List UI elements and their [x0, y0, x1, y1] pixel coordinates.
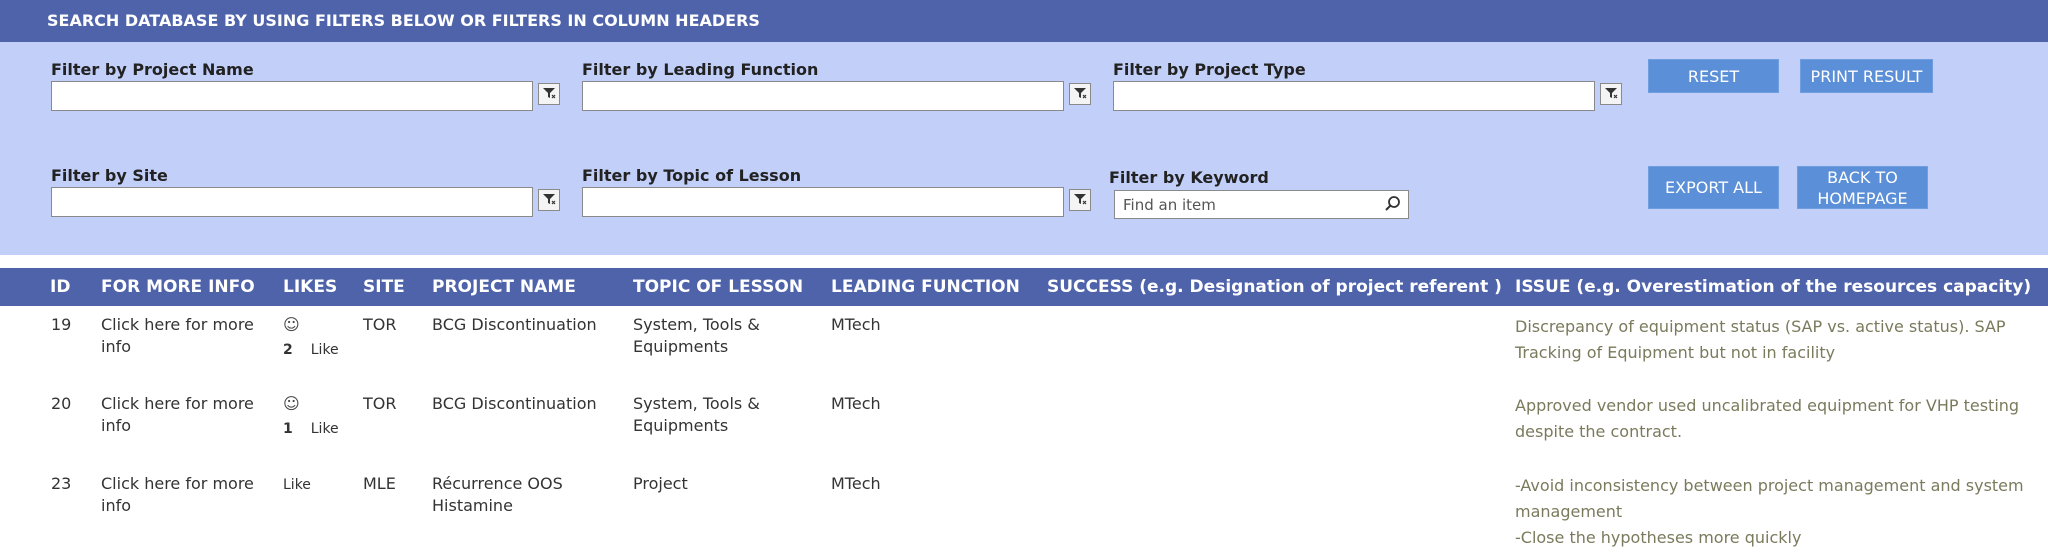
column-header-issue[interactable]: ISSUE (e.g. Overestimation of the resour…: [1515, 268, 2031, 306]
column-header-topic[interactable]: TOPIC OF LESSON: [633, 268, 803, 306]
cell-project-name: Récurrence OOS Histamine: [432, 474, 563, 515]
filter-project-type-button[interactable]: [1600, 83, 1622, 105]
cell-topic: System, Tools & Equipments: [633, 394, 760, 435]
like-control: 1 Like: [283, 419, 339, 439]
filter-project-name-input[interactable]: [51, 81, 533, 111]
filter-leading-function-label: Filter by Leading Function: [582, 60, 819, 79]
column-header-site[interactable]: SITE: [363, 268, 405, 306]
table-row: 23 Click here for more info Like MLE Réc…: [0, 473, 2048, 553]
like-button[interactable]: Like: [311, 421, 339, 437]
issue-line: -Avoid inconsistency between project man…: [1515, 476, 2024, 521]
filter-site-label: Filter by Site: [51, 166, 168, 185]
smiley-icon: ☺: [283, 394, 300, 413]
cell-likes: ☺ 1 Like: [283, 393, 339, 439]
cell-likes: Like: [283, 473, 311, 496]
filter-icon: [1073, 191, 1087, 210]
cell-id: 19: [51, 315, 72, 334]
column-header-id[interactable]: ID: [50, 268, 70, 306]
cell-issue: -Avoid inconsistency between project man…: [1515, 473, 2025, 551]
table-header: ID FOR MORE INFO LIKES SITE PROJECT NAME…: [0, 268, 2048, 306]
cell-leading-function: MTech: [831, 474, 881, 493]
filter-keyword-label: Filter by Keyword: [1109, 168, 1269, 187]
filter-icon: [542, 191, 556, 210]
cell-project-name: BCG Discontinuation: [432, 315, 597, 334]
filter-project-type-input[interactable]: [1113, 81, 1595, 111]
like-count: 2: [283, 342, 293, 358]
export-all-button[interactable]: EXPORT ALL: [1648, 166, 1779, 209]
filter-topic-label: Filter by Topic of Lesson: [582, 166, 802, 185]
smiley-icon: ☺: [283, 315, 300, 334]
filter-topic-input[interactable]: [582, 187, 1064, 217]
back-button-line2: HOMEPAGE: [1817, 188, 1908, 208]
table-row: 19 Click here for more info ☺ 2 Like TOR …: [0, 314, 2048, 384]
cell-issue: Approved vendor used uncalibrated equipm…: [1515, 396, 2020, 441]
back-button-line1: BACK TO: [1827, 167, 1898, 187]
like-button[interactable]: Like: [311, 342, 339, 358]
filter-site-button[interactable]: [538, 189, 560, 211]
filter-leading-function-button[interactable]: [1069, 83, 1091, 105]
cell-project-name: BCG Discontinuation: [432, 394, 597, 413]
column-header-leading-function[interactable]: LEADING FUNCTION: [831, 268, 1020, 306]
filter-leading-function-input[interactable]: [582, 81, 1064, 111]
print-result-button[interactable]: PRINT RESULT: [1800, 59, 1933, 93]
more-info-link[interactable]: Click here for more info: [101, 393, 271, 437]
more-info-link[interactable]: Click here for more info: [101, 473, 271, 517]
cell-topic: System, Tools & Equipments: [633, 315, 760, 356]
issue-line: -Close the hypotheses more quickly: [1515, 528, 1802, 547]
keyword-search-box[interactable]: [1114, 190, 1409, 219]
reset-button[interactable]: RESET: [1648, 59, 1779, 93]
cell-leading-function: MTech: [831, 394, 881, 413]
table-row: 20 Click here for more info ☺ 1 Like TOR …: [0, 393, 2048, 463]
back-to-homepage-button[interactable]: BACK TO HOMEPAGE: [1797, 166, 1928, 209]
filter-site-input[interactable]: [51, 187, 533, 217]
cell-id: 20: [51, 394, 72, 413]
filter-project-name-button[interactable]: [538, 83, 560, 105]
cell-site: TOR: [363, 315, 397, 334]
cell-issue: Discrepancy of equipment status (SAP vs.…: [1515, 317, 2006, 362]
cell-topic: Project: [633, 474, 688, 493]
filter-icon: [542, 85, 556, 104]
like-button[interactable]: Like: [283, 477, 311, 493]
search-icon[interactable]: [1384, 195, 1402, 217]
cell-site: TOR: [363, 394, 397, 413]
cell-site: MLE: [363, 474, 396, 493]
page-title: SEARCH DATABASE BY USING FILTERS BELOW O…: [47, 11, 760, 30]
filter-topic-button[interactable]: [1069, 189, 1091, 211]
column-header-more-info[interactable]: FOR MORE INFO: [101, 268, 255, 306]
column-header-success[interactable]: SUCCESS (e.g. Designation of project ref…: [1047, 268, 1502, 306]
filter-project-type-label: Filter by Project Type: [1113, 60, 1306, 79]
page-title-bar: SEARCH DATABASE BY USING FILTERS BELOW O…: [0, 0, 2048, 42]
keyword-search-input[interactable]: [1115, 191, 1375, 218]
filter-icon: [1604, 85, 1618, 104]
cell-likes: ☺ 2 Like: [283, 314, 339, 360]
filter-icon: [1073, 85, 1087, 104]
like-count: 1: [283, 421, 293, 437]
cell-id: 23: [51, 474, 72, 493]
like-control: 2 Like: [283, 340, 339, 360]
filter-project-name-label: Filter by Project Name: [51, 60, 254, 79]
more-info-link[interactable]: Click here for more info: [101, 314, 271, 358]
column-header-likes[interactable]: LIKES: [283, 268, 337, 306]
column-header-project-name[interactable]: PROJECT NAME: [432, 268, 576, 306]
cell-leading-function: MTech: [831, 315, 881, 334]
